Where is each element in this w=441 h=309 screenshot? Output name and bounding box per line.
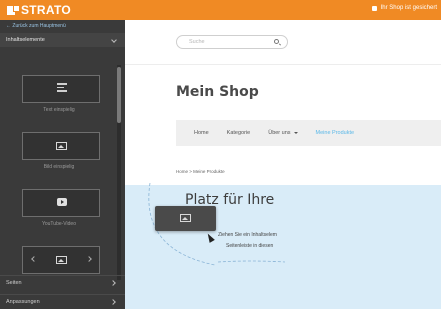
sidebar-item-customizations[interactable]: Anpassungen: [0, 294, 125, 308]
text-icon: [57, 83, 67, 93]
widget-list: Text einspielig Bild einspielig YouTube-…: [0, 65, 118, 280]
arrow-left-icon: [31, 256, 37, 262]
shop-navigation: Home Kategorie Über uns Meine Produkte: [176, 120, 441, 146]
widget-gallery[interactable]: [22, 246, 100, 274]
sidebar-scrollbar[interactable]: [117, 65, 121, 280]
strato-logo[interactable]: STRATO: [7, 3, 71, 17]
content-elements-title: Inhaltselemente: [6, 37, 45, 43]
gallery-icon: [56, 256, 67, 264]
content-elements-header[interactable]: Inhaltselemente: [0, 33, 125, 47]
sidebar-item-pages-label: Seiten: [6, 280, 22, 286]
search-input[interactable]: Suche: [176, 35, 288, 49]
brand-name: STRATO: [21, 3, 72, 17]
secure-status[interactable]: Ihr Shop ist gesichert: [371, 5, 437, 11]
widget-youtube-label: YouTube-Video: [41, 221, 76, 227]
secure-status-text: Ihr Shop ist gesichert: [380, 5, 437, 11]
sidebar: ← Zurück zum Hauptmenü Inhaltselemente T…: [0, 20, 125, 309]
sidebar-item-pages[interactable]: Seiten: [0, 275, 125, 289]
dragged-image-widget[interactable]: [155, 206, 216, 231]
drop-zone-hint-line2: Seitenleiste in diesen: [226, 243, 274, 249]
image-icon: [180, 214, 191, 222]
strato-logo-icon: [7, 4, 20, 16]
image-icon: [56, 142, 67, 150]
search-icon[interactable]: [274, 39, 279, 44]
chevron-right-icon: [110, 299, 116, 305]
top-bar: STRATO Ihr Shop ist gesichert: [0, 0, 441, 20]
shop-preview: Suche Mein Shop Home Kategorie Über uns …: [125, 20, 441, 309]
widget-image[interactable]: [22, 132, 100, 160]
arrow-right-icon: [86, 256, 92, 262]
breadcrumb[interactable]: Home > Meine Produkte: [176, 169, 225, 174]
nav-home[interactable]: Home: [194, 130, 209, 136]
header-divider: [125, 64, 441, 65]
drop-zone-hint-line1: Ziehen Sie ein Inhaltselem: [218, 232, 277, 238]
back-to-main-menu-link[interactable]: ← Zurück zum Hauptmenü: [0, 20, 125, 33]
drop-zone[interactable]: [125, 185, 441, 309]
nav-about-us[interactable]: Über uns: [268, 130, 298, 136]
youtube-icon: [57, 198, 67, 206]
widget-image-label: Bild einspielig: [43, 164, 75, 170]
chevron-right-icon: [110, 280, 116, 286]
caret-down-icon: [293, 131, 298, 134]
widget-text-label: Text einspielig: [43, 107, 75, 113]
lock-icon: [371, 5, 377, 11]
nav-category[interactable]: Kategorie: [227, 130, 251, 136]
nav-about-us-label: Über uns: [268, 130, 291, 136]
chevron-down-icon: [111, 37, 117, 43]
widget-text[interactable]: [22, 75, 100, 103]
sidebar-item-customizations-label: Anpassungen: [6, 299, 40, 305]
shop-title[interactable]: Mein Shop: [176, 84, 259, 100]
widget-youtube[interactable]: [22, 189, 100, 217]
sidebar-scroll-thumb[interactable]: [117, 67, 121, 123]
nav-my-products[interactable]: Meine Produkte: [316, 130, 355, 136]
search-placeholder: Suche: [189, 39, 205, 45]
